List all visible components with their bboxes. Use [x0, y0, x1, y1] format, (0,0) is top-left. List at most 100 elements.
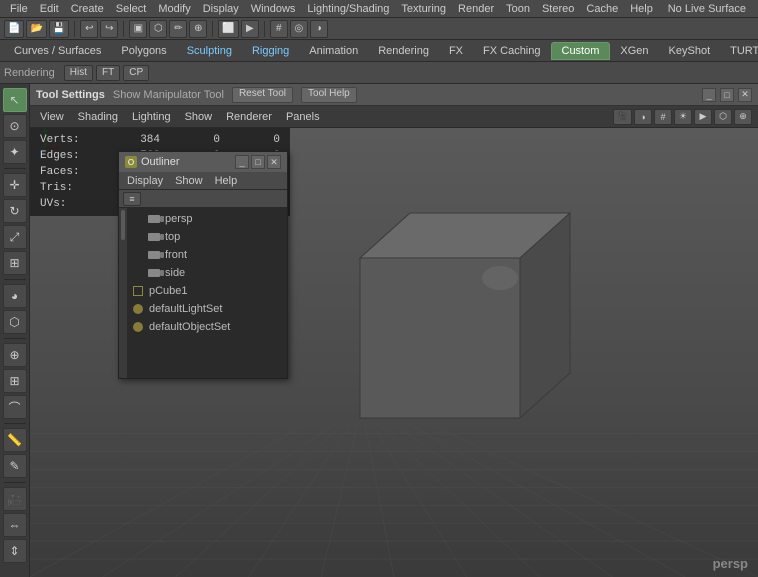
vp-menu-show[interactable]: Show	[181, 111, 217, 123]
menu-toon[interactable]: Toon	[500, 3, 536, 15]
menu-windows[interactable]: Windows	[245, 3, 302, 15]
menu-render[interactable]: Render	[452, 3, 500, 15]
lasso-tool-btn[interactable]: ⊙	[3, 114, 27, 138]
menu-texturing[interactable]: Texturing	[395, 3, 452, 15]
vp-shading-icon[interactable]: ◑	[634, 109, 652, 125]
vp-menu-shading[interactable]: Shading	[74, 111, 122, 123]
tab-polygons[interactable]: Polygons	[111, 43, 176, 59]
ft-button[interactable]: FT	[96, 65, 120, 81]
menu-edit[interactable]: Edit	[34, 3, 65, 15]
tab-animation[interactable]: Animation	[299, 43, 368, 59]
vp-menu-panels[interactable]: Panels	[282, 111, 324, 123]
toolbar-open[interactable]: 📂	[26, 20, 46, 38]
menu-cache[interactable]: Cache	[580, 3, 624, 15]
menu-modify[interactable]: Modify	[152, 3, 196, 15]
menu-help[interactable]: Help	[624, 3, 659, 15]
viewport-menubar: View Shading Lighting Show Renderer Pane…	[30, 106, 758, 128]
outliner-scrollbar[interactable]	[119, 208, 127, 378]
vp-snap-icon[interactable]: ⊕	[734, 109, 752, 125]
menu-lighting[interactable]: Lighting/Shading	[301, 3, 395, 15]
outliner-menu-show[interactable]: Show	[171, 175, 207, 187]
toolbar-snap[interactable]: ⊕	[189, 20, 207, 38]
toolbar-redo[interactable]: ↪	[100, 20, 118, 38]
vp-menu-renderer[interactable]: Renderer	[222, 111, 276, 123]
outliner-scroll-thumb[interactable]	[121, 210, 125, 240]
menu-stereo[interactable]: Stereo	[536, 3, 580, 15]
outliner-menu-help[interactable]: Help	[211, 175, 242, 187]
rotate-tool-btn[interactable]: ↻	[3, 199, 27, 223]
annotate-btn[interactable]: ✎	[3, 454, 27, 478]
outliner-item-defaultobjectset[interactable]: defaultObjectSet	[127, 318, 287, 336]
vp-menu-view[interactable]: View	[36, 111, 68, 123]
track-btn[interactable]: ⇔	[3, 513, 27, 537]
tool-settings-float[interactable]: □	[720, 88, 734, 102]
outliner-close-btn[interactable]: ✕	[267, 155, 281, 169]
outliner-item-top[interactable]: top	[143, 228, 287, 246]
paint-sel-btn[interactable]: ✦	[3, 140, 27, 164]
hist-button[interactable]: Hist	[64, 65, 93, 81]
toolbar-ipr[interactable]: ▶	[241, 20, 259, 38]
tab-rendering[interactable]: Rendering	[368, 43, 439, 59]
tool-settings-minimize[interactable]: _	[702, 88, 716, 102]
tab-custom[interactable]: Custom	[551, 42, 611, 60]
tab-xgen[interactable]: XGen	[610, 43, 658, 59]
select-tool-btn[interactable]: ↖	[3, 88, 27, 112]
viewport-area: Tool Settings Show Manipulator Tool Rese…	[30, 84, 758, 577]
toolbar-undo[interactable]: ↩	[80, 20, 98, 38]
outliner-titlebar[interactable]: O Outliner _ □ ✕	[119, 152, 287, 172]
tab-fx-caching[interactable]: FX Caching	[473, 43, 550, 59]
outliner-menu-display[interactable]: Display	[123, 175, 167, 187]
tab-keyshot[interactable]: KeyShot	[659, 43, 721, 59]
outliner-minimize-btn[interactable]: _	[235, 155, 249, 169]
outliner-item-defaultlightset[interactable]: defaultLightSet	[127, 300, 287, 318]
tab-sculpting[interactable]: Sculpting	[177, 43, 242, 59]
vp-iso-icon[interactable]: ⬡	[714, 109, 732, 125]
dolly-btn[interactable]: ⇕	[3, 539, 27, 563]
measure-tool-btn[interactable]: 📏	[3, 428, 27, 452]
toolbar-grid[interactable]: #	[270, 20, 288, 38]
tab-rigging[interactable]: Rigging	[242, 43, 299, 59]
toolbar-xray[interactable]: ◎	[290, 20, 308, 38]
vp-grid-icon[interactable]: #	[654, 109, 672, 125]
universal-manip-btn[interactable]: ⊞	[3, 251, 27, 275]
tab-curves[interactable]: Curves / Surfaces	[4, 43, 111, 59]
vp-render-icon[interactable]: ▶	[694, 109, 712, 125]
move-tool-btn[interactable]: ✛	[3, 173, 27, 197]
lt-sep3	[4, 338, 26, 339]
tool-settings-close[interactable]: ✕	[738, 88, 752, 102]
vp-camera-icon[interactable]: 🎥	[613, 109, 632, 125]
tab-fx[interactable]: FX	[439, 43, 473, 59]
toolbar-render-region[interactable]: ⬜	[218, 20, 238, 38]
menu-file[interactable]: File	[4, 3, 34, 15]
outliner-tb-btn1[interactable]: ≡	[123, 192, 141, 206]
camera-tools-btn[interactable]: 🎥	[3, 487, 27, 511]
vp-menu-lighting[interactable]: Lighting	[128, 111, 175, 123]
outliner-item-pcube1[interactable]: pCube1	[127, 282, 287, 300]
toolbar-new[interactable]: 📄	[4, 20, 24, 38]
toolbar-paint[interactable]: ✏	[169, 20, 187, 38]
soft-sel-btn[interactable]: ◕	[3, 284, 27, 308]
cp-button[interactable]: CP	[123, 65, 149, 81]
toolbar-select-mode[interactable]: ▣	[129, 20, 147, 38]
outliner-maximize-btn[interactable]: □	[251, 155, 265, 169]
snap-grid-btn[interactable]: ⊞	[3, 369, 27, 393]
menu-select[interactable]: Select	[110, 3, 153, 15]
menu-display[interactable]: Display	[197, 3, 245, 15]
menu-create[interactable]: Create	[65, 3, 110, 15]
tool-help-btn[interactable]: Tool Help	[301, 87, 357, 103]
paint-weights-btn[interactable]: ⬡	[3, 310, 27, 334]
vp-light-icon[interactable]: ☀	[674, 109, 692, 125]
toolbar-lasso[interactable]: ⬡	[149, 20, 167, 38]
snap-curve-btn[interactable]: ⌒	[3, 395, 27, 419]
toolbar-smooth[interactable]: ◑	[310, 20, 328, 38]
tab-turtle[interactable]: TURTLE	[720, 43, 758, 59]
outliner-item-persp[interactable]: persp	[143, 210, 287, 228]
sep3	[212, 21, 213, 37]
viewport[interactable]: View Shading Lighting Show Renderer Pane…	[30, 106, 758, 577]
toolbar-save[interactable]: 💾	[49, 20, 69, 38]
outliner-item-front[interactable]: front	[143, 246, 287, 264]
reset-tool-btn[interactable]: Reset Tool	[232, 87, 293, 103]
scale-tool-btn[interactable]: ⤢	[3, 225, 27, 249]
outliner-item-side[interactable]: side	[143, 264, 287, 282]
snap-point-btn[interactable]: ⊕	[3, 343, 27, 367]
